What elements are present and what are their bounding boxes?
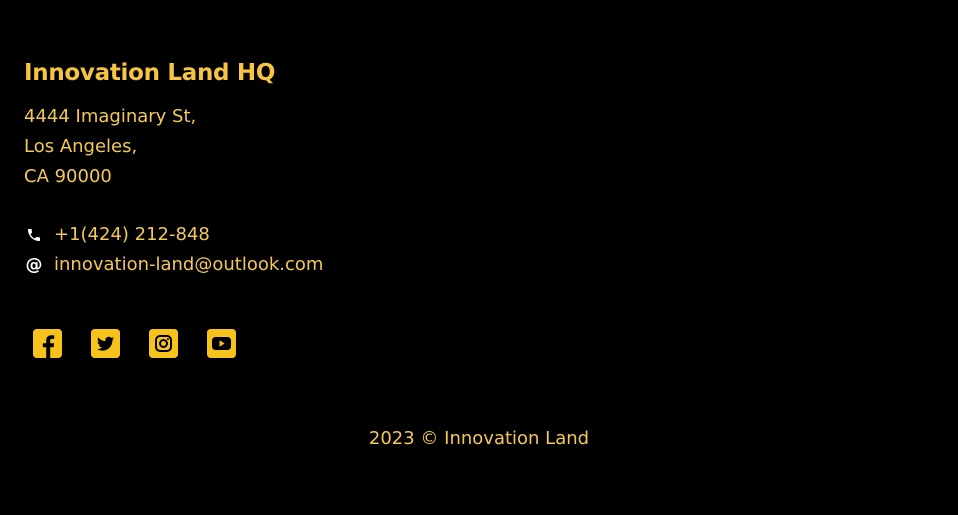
copyright-text: 2023 © Innovation Land	[368, 428, 590, 449]
site-footer: Innovation Land HQ 4444 Imaginary St, Lo…	[0, 0, 958, 515]
phone-row: +1(424) 212-848	[24, 220, 323, 250]
email-link[interactable]: innovation-land@outlook.com	[54, 250, 323, 280]
social-links	[33, 329, 265, 358]
at-sign-icon: @	[25, 254, 43, 275]
email-row: @ innovation-land@outlook.com	[24, 250, 324, 280]
youtube-icon[interactable]	[207, 329, 236, 358]
address-line-city: Los Angeles,	[24, 136, 138, 157]
address-line-street: 4444 Imaginary St,	[24, 106, 197, 127]
phone-link[interactable]: +1(424) 212-848	[54, 220, 210, 250]
address-line-zip: CA 90000	[24, 166, 112, 187]
contact-block: +1(424) 212-848 @ innovation-land@outloo…	[24, 220, 324, 280]
hq-title: Innovation Land HQ	[24, 60, 276, 86]
instagram-icon[interactable]	[149, 329, 178, 358]
address-block: 4444 Imaginary St, Los Angeles, CA 90000	[24, 102, 196, 192]
phone-icon	[24, 227, 44, 243]
twitter-icon[interactable]	[91, 329, 120, 358]
facebook-icon[interactable]	[33, 329, 62, 358]
